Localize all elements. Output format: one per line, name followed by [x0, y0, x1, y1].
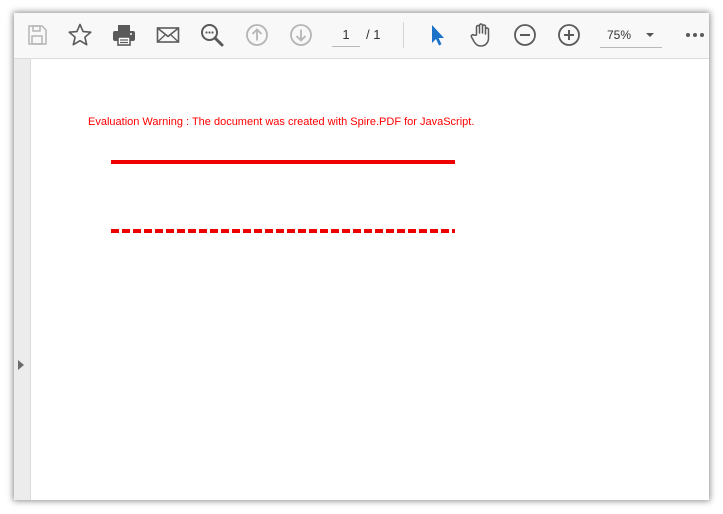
arrow-up-circle-icon [246, 24, 268, 46]
save-button[interactable] [23, 21, 51, 49]
star-icon [68, 23, 92, 46]
bookmark-button[interactable] [66, 21, 94, 49]
chevron-down-icon [646, 33, 654, 37]
search-icon [201, 24, 224, 47]
printer-icon [113, 25, 135, 46]
chevron-right-icon[interactable] [18, 360, 24, 370]
page-number-input[interactable]: 1 [332, 24, 360, 47]
solid-red-line [111, 160, 455, 164]
ellipsis-icon [686, 33, 704, 37]
zoom-out-button[interactable] [511, 21, 539, 49]
arrow-down-circle-icon [290, 24, 312, 46]
zoom-in-button[interactable] [555, 21, 583, 49]
previous-page-button[interactable] [243, 21, 271, 49]
document-page: Evaluation Warning : The document was cr… [31, 59, 709, 500]
plus-circle-icon [558, 24, 580, 46]
zoom-level-select[interactable]: 75% [600, 23, 662, 48]
evaluation-warning-text: Evaluation Warning : The document was cr… [88, 116, 475, 128]
pdf-viewer-window: 1 / 1 75% Evaluation Warning: The docum… [14, 13, 709, 500]
page-total-label: / 1 [366, 27, 381, 42]
zoom-level-value: 75% [607, 28, 632, 42]
email-button[interactable] [154, 21, 182, 49]
select-tool-button[interactable] [423, 21, 451, 49]
hand-tool-button[interactable] [467, 21, 495, 49]
cursor-arrow-icon [432, 25, 444, 46]
toolbar: 1 / 1 75% [14, 13, 709, 59]
envelope-icon [156, 27, 180, 43]
print-button[interactable] [110, 21, 138, 49]
next-page-button[interactable] [287, 21, 315, 49]
save-icon [28, 25, 47, 45]
side-panel-toggle-rail[interactable] [14, 59, 31, 500]
search-button[interactable] [198, 21, 226, 49]
minus-circle-icon [514, 24, 536, 46]
hand-icon [470, 23, 490, 47]
toolbar-divider [403, 22, 404, 48]
more-tools-button[interactable] [684, 21, 708, 49]
dashed-red-line [111, 229, 455, 233]
